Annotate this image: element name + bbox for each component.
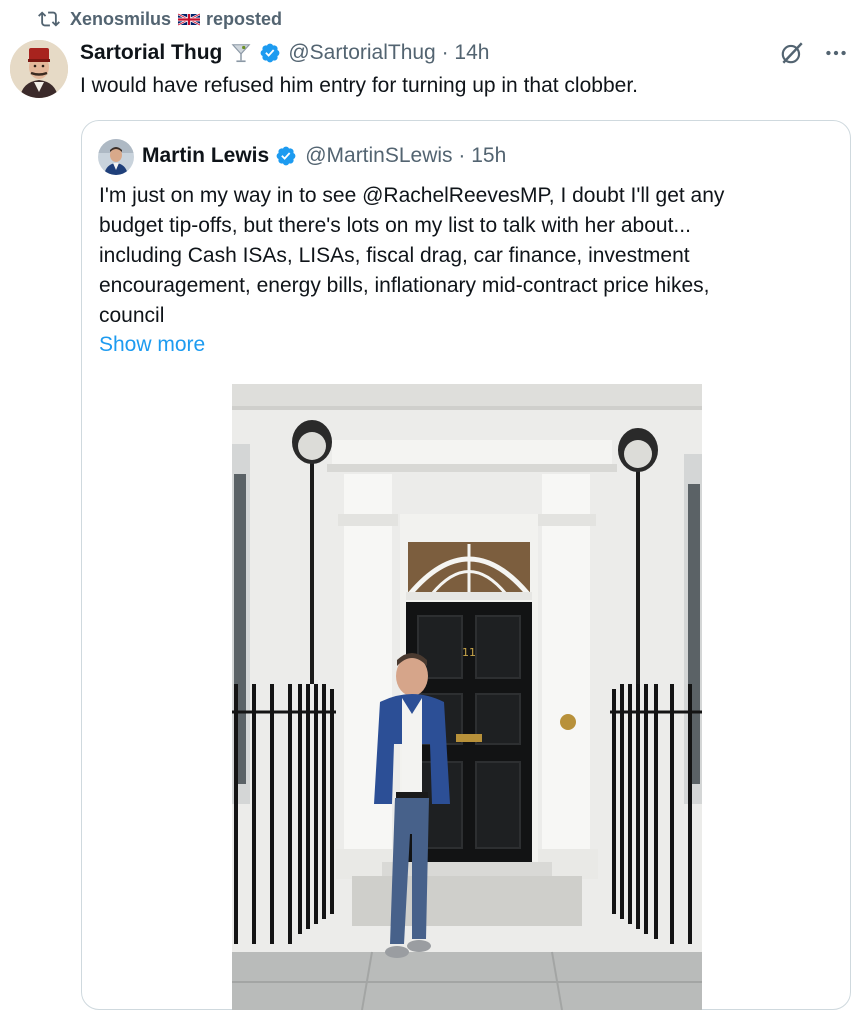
repost-icon xyxy=(38,11,60,27)
post-photo[interactable]: 11 xyxy=(232,384,702,1010)
quoted-text-line: including Cash ISAs, LISAs, fiscal drag,… xyxy=(99,244,690,267)
door-number: 11 xyxy=(462,646,476,659)
quoted-handle-and-time[interactable]: @MartinSLewis · 15h xyxy=(305,144,506,168)
quoted-text-line: council xyxy=(99,304,165,327)
cocktail-glass-icon xyxy=(231,44,251,63)
repost-label: reposted xyxy=(206,8,283,29)
post-header: Sartorial Thug @SartorialThug · 14h xyxy=(80,38,489,68)
more-icon[interactable] xyxy=(823,40,849,66)
quoted-post-text: I'm just on my way in to see @RachelReev… xyxy=(99,181,824,331)
quoted-display-name[interactable]: Martin Lewis xyxy=(142,144,269,168)
repost-user[interactable]: Xenosmilus xyxy=(70,9,171,30)
repost-header: Xenosmilus reposted xyxy=(38,6,282,32)
avatar[interactable] xyxy=(10,40,68,98)
quoted-post-header: Martin Lewis @MartinSLewis · 15h xyxy=(142,141,506,171)
post-actions xyxy=(779,40,849,66)
quoted-avatar-image xyxy=(98,139,134,175)
quoted-text-line: budget tip-offs, but there's lots on my … xyxy=(99,214,691,237)
quoted-text-line: encouragement, energy bills, inflationar… xyxy=(99,274,710,297)
post-text: I would have refused him entry for turni… xyxy=(80,74,638,97)
quoted-text-line: I'm just on my way in to see @RachelReev… xyxy=(99,184,725,207)
photo-image: 11 xyxy=(232,384,702,1010)
avatar-image xyxy=(10,40,68,98)
verified-badge-icon[interactable] xyxy=(275,145,297,167)
display-name[interactable]: Sartorial Thug xyxy=(80,41,222,65)
show-more-link[interactable]: Show more xyxy=(99,330,205,360)
verified-badge-icon[interactable] xyxy=(259,42,281,64)
quoted-avatar[interactable] xyxy=(98,139,134,175)
handle-and-time[interactable]: @SartorialThug · 14h xyxy=(288,41,489,65)
grok-icon[interactable] xyxy=(779,40,805,66)
uk-flag-icon xyxy=(178,12,201,26)
